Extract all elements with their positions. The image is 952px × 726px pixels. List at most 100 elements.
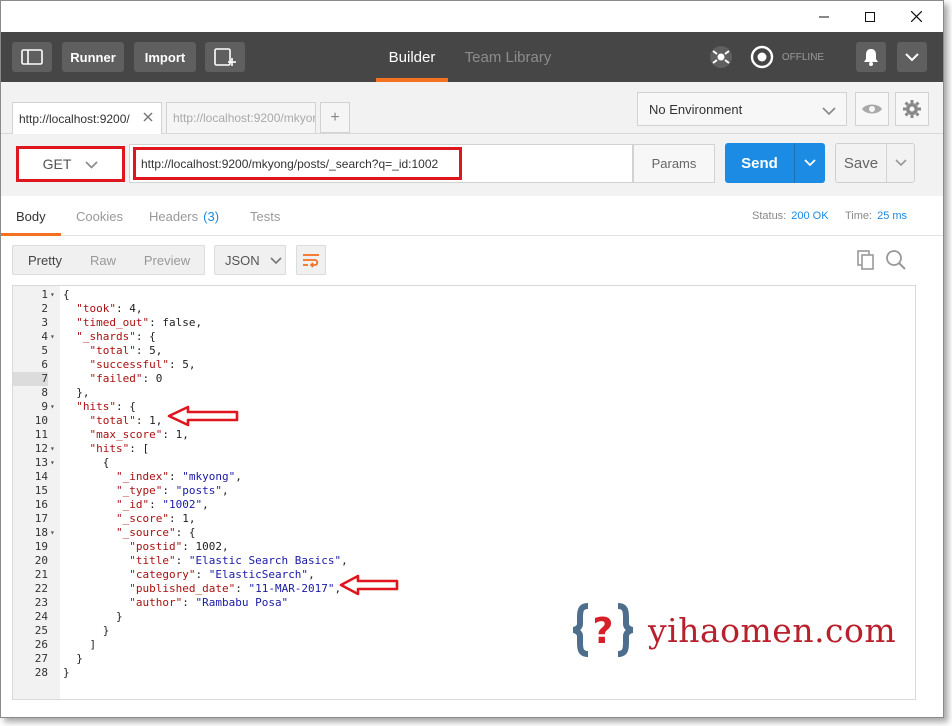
manage-environments-gear-icon[interactable] (895, 92, 929, 126)
line-number: 27 (34, 652, 48, 665)
request-tab-inactive[interactable]: http://localhost:9200/mkyor (166, 102, 316, 133)
line-number: 21 (34, 568, 48, 581)
interceptor-icon[interactable] (706, 42, 736, 72)
code-token: : (149, 498, 163, 511)
code-token: , (202, 498, 209, 511)
environment-select[interactable]: No Environment (637, 92, 847, 126)
code-token: , (155, 344, 163, 357)
url-value[interactable]: http://localhost:9200/mkyong/posts/_sear… (133, 147, 462, 180)
params-button[interactable]: Params (633, 144, 715, 183)
code-text: "author": "Rambabu Posa" (63, 596, 288, 610)
environment-select-value: No Environment (649, 101, 743, 117)
code-text: "timed_out": false, (63, 316, 202, 330)
line-number: 19 (34, 540, 48, 553)
code-token: } (102, 624, 110, 637)
code-token: "ElasticSearch" (208, 568, 309, 581)
send-button[interactable]: Send (725, 143, 825, 183)
code-token: }, (76, 386, 90, 399)
code-token: , (195, 316, 203, 329)
line-number: 26 (34, 638, 48, 651)
request-tab-label: http://localhost:9200/ (19, 111, 130, 126)
code-token: "_type" (115, 484, 163, 497)
send-label[interactable]: Send (725, 143, 794, 183)
status-label: Status: (752, 210, 787, 222)
code-line: 2 "took": 4, (13, 302, 915, 316)
tab-headers-label: Headers (149, 208, 199, 224)
tab-team-library[interactable]: Team Library (459, 32, 557, 82)
response-status: Status: 200 OK (752, 196, 829, 236)
code-token: : (116, 302, 130, 315)
code-token: "hits" (89, 442, 130, 455)
view-raw-button[interactable]: Raw (77, 246, 129, 274)
code-token: } (115, 610, 123, 623)
url-input[interactable]: http://localhost:9200/mkyong/posts/_sear… (129, 144, 633, 183)
view-pretty-button[interactable]: Pretty (13, 246, 77, 274)
view-preview-button[interactable]: Preview (129, 246, 205, 274)
code-line: 15 "_type": "posts", (13, 484, 915, 498)
environment-quick-look-eye-icon[interactable] (855, 92, 889, 126)
code-token: : (135, 344, 150, 357)
response-time: Time: 25 ms (845, 196, 907, 236)
code-text: "max_score": 1, (63, 428, 189, 442)
code-token: "successful" (89, 358, 169, 371)
code-token: : (235, 582, 249, 595)
code-token: { (63, 288, 70, 301)
method-select[interactable]: GET (16, 146, 125, 182)
code-text: "_type": "posts", (63, 484, 229, 498)
fold-toggle-icon[interactable]: ▾ (50, 526, 60, 540)
fold-toggle-icon[interactable]: ▾ (50, 456, 60, 470)
fold-toggle-icon[interactable]: ▾ (50, 442, 60, 456)
line-number: 5 (41, 344, 48, 357)
tab-tests[interactable]: Tests (250, 196, 280, 236)
line-number: 12 (34, 442, 48, 455)
runner-button[interactable]: Runner (62, 42, 124, 72)
maximize-icon[interactable] (847, 1, 893, 32)
minimize-icon[interactable] (801, 1, 847, 32)
sidebar-toggle-icon[interactable] (12, 42, 52, 72)
close-icon[interactable] (893, 1, 939, 32)
new-window-icon[interactable] (205, 42, 245, 72)
tab-cookies[interactable]: Cookies (76, 196, 123, 236)
code-token: false (162, 316, 196, 329)
sync-icon[interactable] (748, 42, 776, 72)
import-button[interactable]: Import (134, 42, 196, 72)
code-token: } (63, 666, 70, 679)
close-tab-icon[interactable] (143, 111, 153, 125)
code-token: : (195, 568, 209, 581)
copy-icon[interactable] (856, 250, 876, 270)
add-tab-icon[interactable]: + (320, 102, 350, 133)
request-tab-active[interactable]: http://localhost:9200/ (12, 102, 162, 134)
code-text: "took": 4, (63, 302, 142, 316)
tab-builder[interactable]: Builder (376, 32, 448, 82)
code-token: , (221, 484, 229, 497)
search-icon[interactable] (885, 249, 907, 271)
code-text: "_score": 1, (63, 512, 195, 526)
format-select-value: JSON (225, 252, 260, 268)
save-label[interactable]: Save (836, 144, 886, 182)
fold-toggle-icon[interactable]: ▾ (50, 288, 60, 302)
code-text: { (63, 288, 70, 302)
format-select[interactable]: JSON (214, 245, 286, 275)
code-line: 17 "_score": 1, (13, 512, 915, 526)
save-button[interactable]: Save (835, 143, 915, 183)
line-number: 24 (34, 610, 48, 623)
line-number: 25 (34, 624, 48, 637)
code-token: ] (89, 638, 97, 651)
fold-toggle-icon[interactable]: ▾ (50, 400, 60, 414)
line-number: 16 (34, 498, 48, 511)
line-number: 6 (41, 358, 48, 371)
code-line: 6 "successful": 5, (13, 358, 915, 372)
wrap-lines-icon[interactable] (296, 245, 326, 275)
tab-body[interactable]: Body (16, 196, 46, 236)
send-options-chevron-icon[interactable] (795, 143, 825, 183)
save-options-chevron-icon[interactable] (887, 144, 915, 182)
notifications-bell-icon[interactable] (856, 42, 886, 72)
settings-dropdown-chevron-icon[interactable] (897, 42, 927, 72)
code-token: "total" (89, 414, 136, 427)
code-text: { (63, 456, 110, 470)
fold-toggle-icon[interactable]: ▾ (50, 330, 60, 344)
code-line: 28} (13, 666, 915, 680)
code-line: 19 "postid": 1002, (13, 540, 915, 554)
tab-headers[interactable]: Headers (3) (149, 196, 219, 236)
line-number: 9 (41, 400, 48, 413)
